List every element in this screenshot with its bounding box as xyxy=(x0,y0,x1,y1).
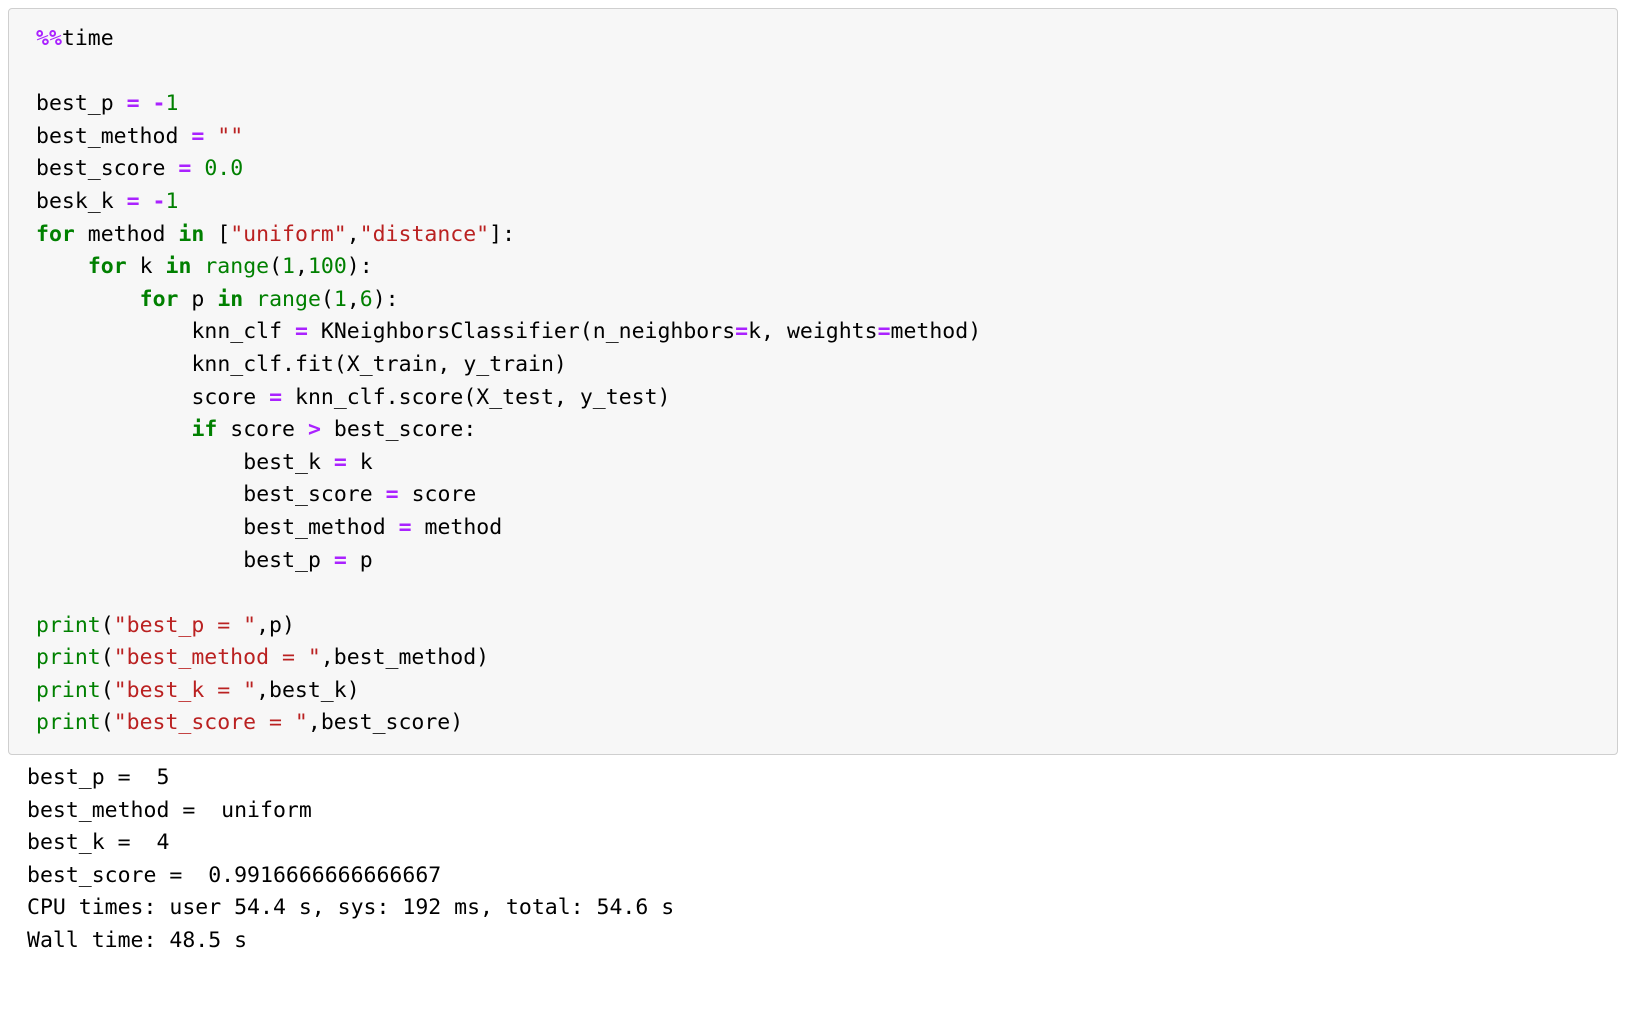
code-cell-output: best_p = 5 best_method = uniform best_k … xyxy=(0,762,1636,958)
notebook-page: %%time best_p = -1 best_method = "" best… xyxy=(0,0,1636,1030)
output-stdout-text: best_p = 5 best_method = uniform best_k … xyxy=(27,765,675,953)
code-source[interactable]: %%time best_p = -1 best_method = "" best… xyxy=(9,23,1617,740)
code-cell-input[interactable]: %%time best_p = -1 best_method = "" best… xyxy=(8,8,1618,756)
